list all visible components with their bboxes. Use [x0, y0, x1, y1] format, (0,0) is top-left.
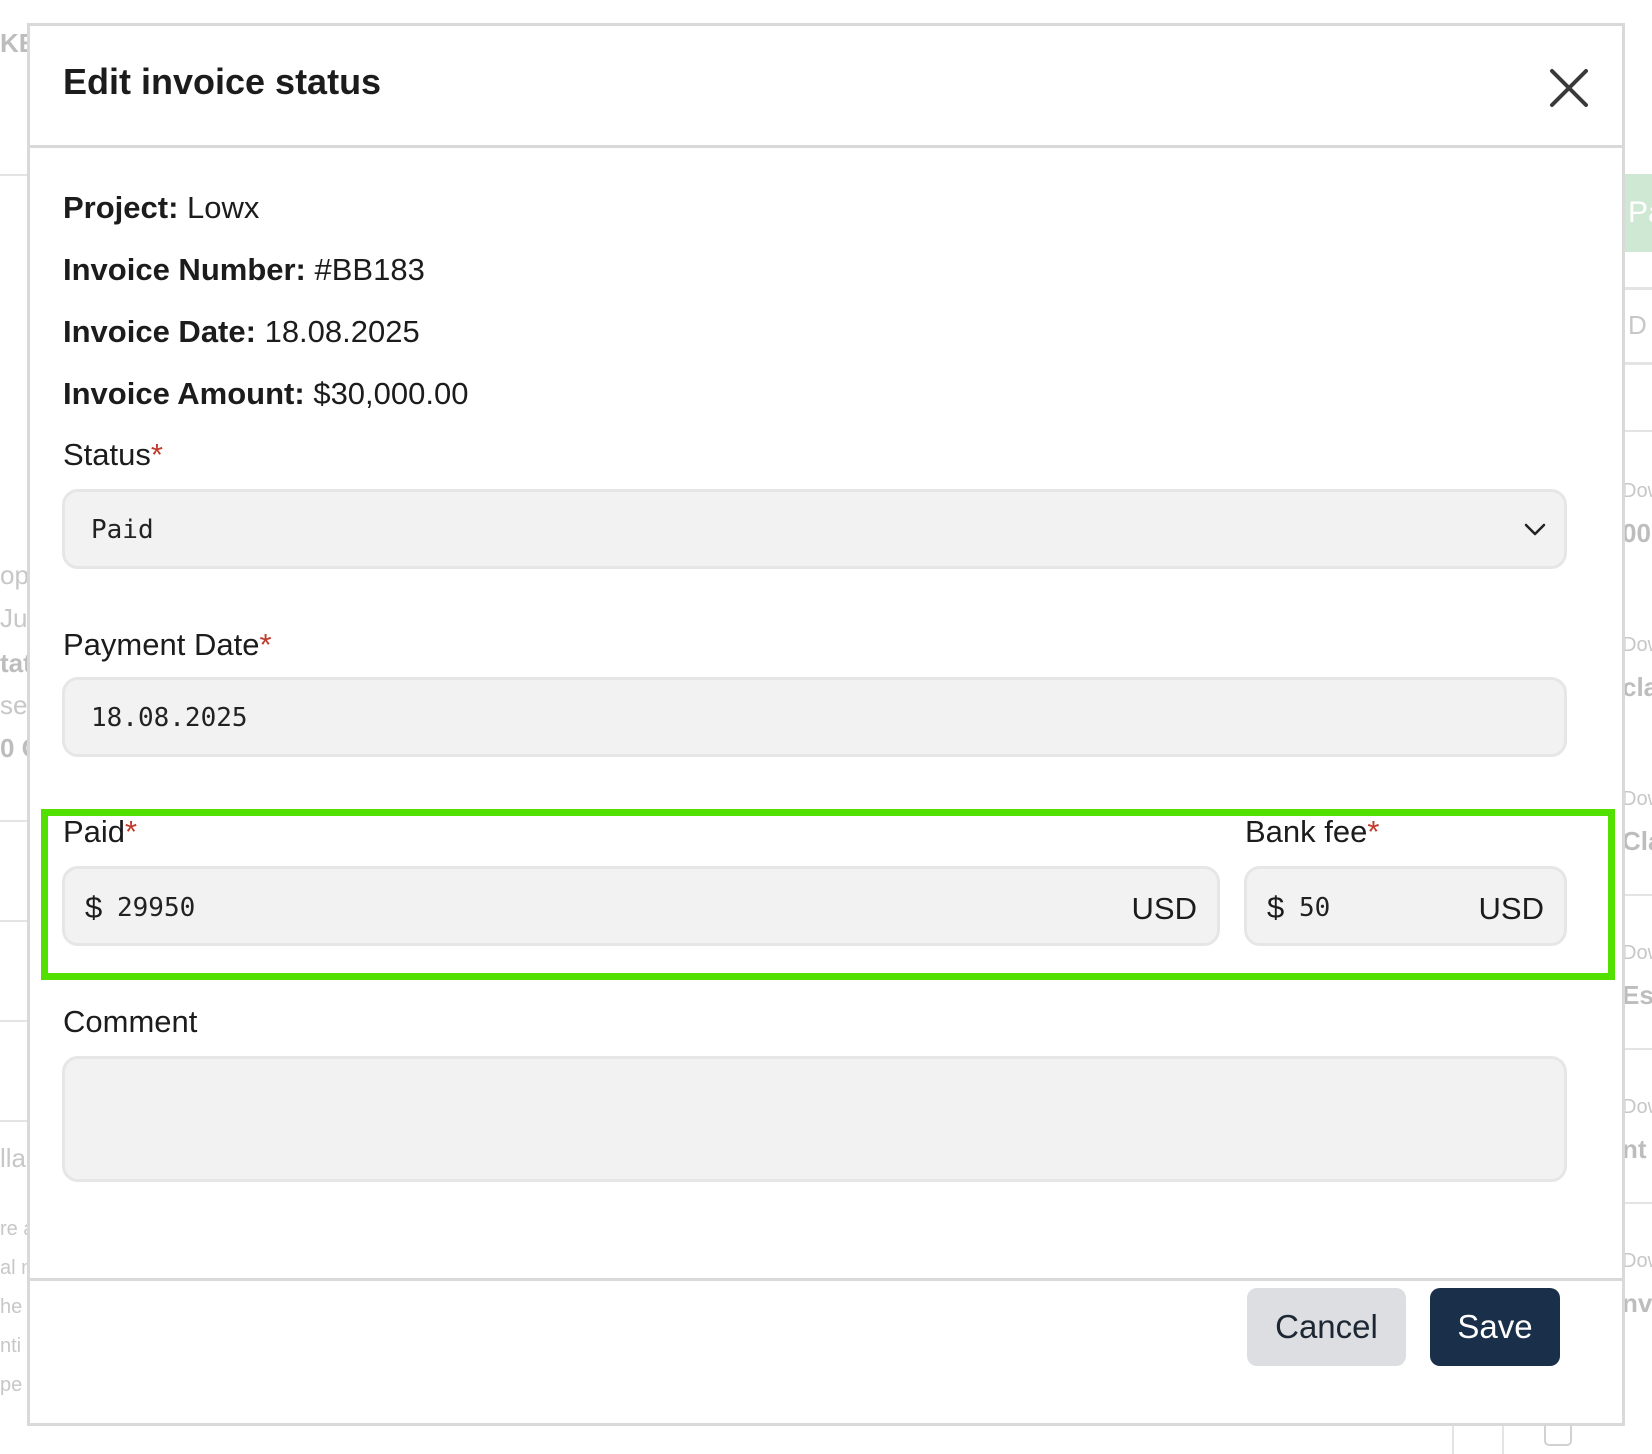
chevron-down-icon: [1524, 523, 1546, 536]
paid-currency-prefix: $: [85, 890, 103, 925]
bg-text: opp: [0, 560, 28, 590]
payment-date-label-text: Payment Date: [63, 627, 260, 662]
status-label-text: Status: [63, 437, 151, 472]
paid-label-text: Paid: [63, 814, 126, 849]
cancel-button[interactable]: Cancel: [1247, 1288, 1406, 1366]
bg-text: Dow: [1622, 1250, 1652, 1272]
bg-text: 00: [1622, 518, 1651, 548]
paid-amount-input[interactable]: $ 29950 USD: [62, 866, 1220, 946]
bg-text: cla: [1622, 672, 1652, 702]
status-select[interactable]: Paid: [62, 489, 1567, 569]
invoice-number-info: Invoice Number: #BB183: [63, 254, 425, 285]
bank-fee-label-text: Bank fee: [1245, 814, 1368, 849]
bg-text: lla: [0, 1143, 27, 1173]
bg-status-badge: Pai: [1622, 174, 1652, 252]
bg-text: ser: [0, 690, 28, 720]
bg-divider: [1622, 362, 1652, 365]
bg-divider: [1622, 894, 1652, 896]
bg-text: Dow: [1622, 942, 1652, 964]
bg-divider: [0, 920, 27, 922]
invoice-amount-info: Invoice Amount: $30,000.00: [63, 378, 468, 409]
bg-text: tat: [0, 648, 28, 678]
required-mark: *: [1367, 814, 1380, 849]
bg-text: Dow: [1622, 480, 1652, 502]
bg-text: re a: [0, 1218, 28, 1240]
bg-text: Dow: [1622, 788, 1652, 810]
project-info: Project: Lowx: [63, 192, 259, 223]
required-mark: *: [125, 814, 138, 849]
bg-divider: [0, 174, 27, 176]
bg-divider: [1622, 1202, 1652, 1204]
invoice-amount-value: $30,000.00: [313, 376, 469, 411]
invoice-number-label: Invoice Number:: [63, 252, 306, 287]
bank-fee-currency-suffix: USD: [1478, 891, 1544, 926]
bank-fee-label: Bank fee*: [1245, 816, 1379, 847]
bg-divider: [1622, 1048, 1652, 1050]
bg-divider: [0, 1020, 27, 1022]
required-mark: *: [150, 437, 163, 472]
paid-currency-suffix: USD: [1131, 891, 1197, 926]
payment-date-label: Payment Date*: [63, 629, 272, 660]
project-value: Lowx: [187, 190, 260, 225]
paid-label: Paid*: [63, 816, 137, 847]
comment-textarea[interactable]: [62, 1056, 1567, 1182]
bg-text: nt: [1622, 1134, 1647, 1164]
bg-divider: [1622, 430, 1652, 432]
bg-text: D: [1628, 310, 1647, 340]
save-button[interactable]: Save: [1430, 1288, 1560, 1366]
bg-text: Dow: [1622, 634, 1652, 656]
payment-date-input[interactable]: 18.08.2025: [62, 677, 1567, 757]
dialog-title: Edit invoice status: [63, 61, 382, 102]
invoice-date-label: Invoice Date:: [63, 314, 256, 349]
comment-label: Comment: [63, 1004, 198, 1039]
bg-text: KE: [0, 28, 28, 58]
close-icon: [1550, 69, 1588, 107]
edit-invoice-status-dialog: Edit invoice status Project: Lowx Invoic…: [27, 23, 1625, 1426]
bg-divider: [0, 1120, 27, 1122]
status-label: Status*: [63, 439, 163, 470]
bg-text: 0 C: [0, 733, 28, 763]
dialog-footer-divider: [30, 1278, 1622, 1281]
bg-text: he: [0, 1296, 23, 1318]
bg-text: Esk: [1622, 980, 1652, 1010]
invoice-date-value: 18.08.2025: [264, 314, 420, 349]
payment-date-value: 18.08.2025: [91, 703, 248, 733]
invoice-date-info: Invoice Date: 18.08.2025: [63, 316, 420, 347]
dialog-header: Edit invoice status: [30, 26, 1622, 148]
bg-text: pe: [0, 1374, 23, 1396]
close-button[interactable]: [1544, 63, 1594, 113]
bank-fee-input[interactable]: $ 50 USD: [1244, 866, 1567, 946]
project-label: Project:: [63, 190, 179, 225]
bg-text: nv: [1622, 1288, 1652, 1318]
bank-fee-value: 50: [1299, 893, 1331, 923]
bg-text: Dow: [1622, 1096, 1652, 1118]
required-mark: *: [259, 627, 272, 662]
bg-divider: [1622, 287, 1652, 290]
invoice-number-value: #BB183: [314, 252, 425, 287]
bg-divider: [0, 820, 27, 822]
paid-amount-value: 29950: [117, 893, 196, 923]
bank-fee-currency-prefix: $: [1267, 890, 1285, 925]
bg-text: al m: [0, 1257, 28, 1279]
bg-text: nti: [0, 1335, 22, 1357]
status-select-value: Paid: [91, 515, 154, 545]
bg-divider: [1452, 1426, 1454, 1454]
bg-text: Jul: [0, 603, 28, 633]
bg-divider: [1502, 1426, 1504, 1454]
invoice-amount-label: Invoice Amount:: [63, 376, 305, 411]
bg-text: Cla: [1622, 826, 1652, 856]
